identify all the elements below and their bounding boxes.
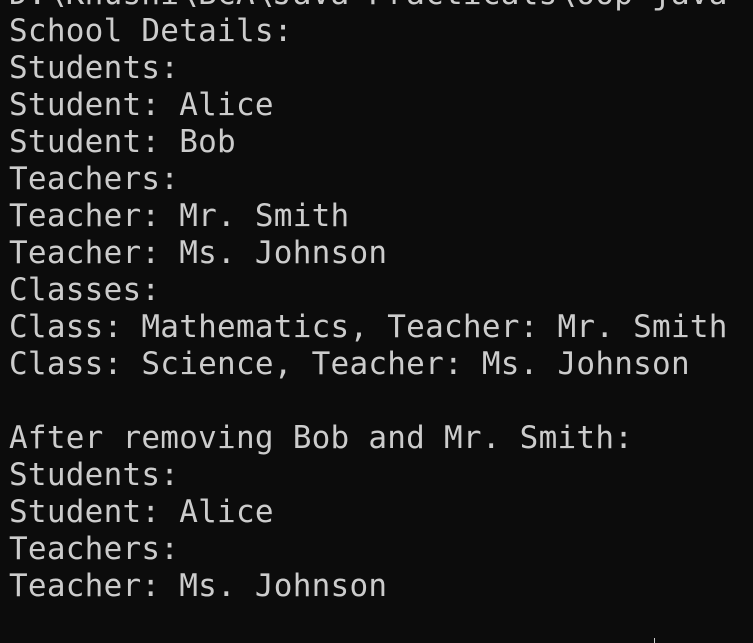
output-line: Students: [9,457,180,493]
output-line: Teacher: Ms. Johnson [9,568,388,604]
output-line: School Details: [9,13,293,49]
output-line: Classes: [9,272,161,308]
output-line: Student: Alice [9,494,274,530]
output-line: Class: Mathematics, Teacher: Mr. Smith [9,309,728,345]
output-line: Students: [9,50,180,86]
output-line: Teacher: Ms. Johnson [9,235,388,271]
output-line: Student: Alice [9,87,274,123]
output-line: After removing Bob and Mr. Smith: [9,420,634,456]
output-line: Teachers: [9,531,180,567]
text-cursor [654,638,655,643]
output-line: Teachers: [9,161,180,197]
output-line: Student: Bob [9,124,236,160]
output-line: Teacher: Mr. Smith [9,198,350,234]
terminal-window[interactable]: D:\Khushi\BCA\Java Practicals\oop-java S… [0,0,753,643]
terminal-output: D:\Khushi\BCA\Java Practicals\oop-java S… [9,0,728,605]
terminal-path-line: D:\Khushi\BCA\Java Practicals\oop-java [9,0,728,13]
output-line: Class: Science, Teacher: Ms. Johnson [9,346,690,382]
